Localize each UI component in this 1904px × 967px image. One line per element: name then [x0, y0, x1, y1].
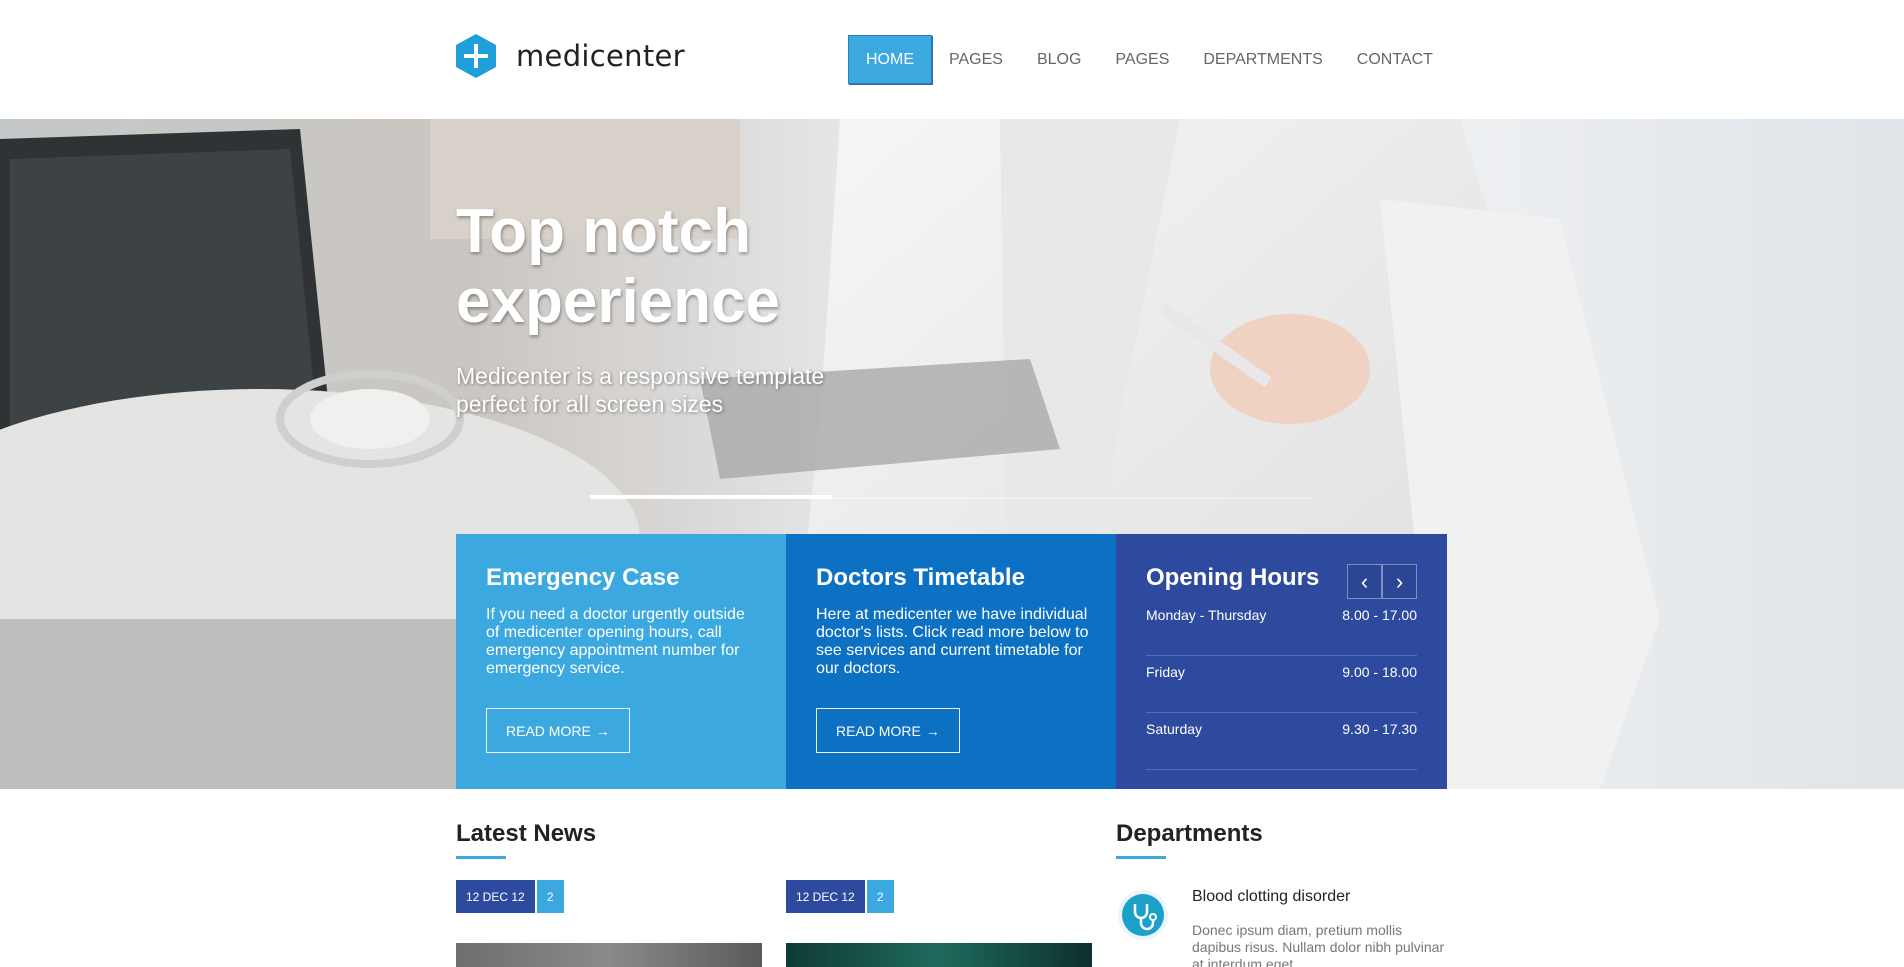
hours-day: Friday [1146, 664, 1185, 680]
news-date: 12 DEC 12 [456, 880, 535, 913]
hours-time: 8.00 - 17.00 [1342, 607, 1417, 623]
nav-departments[interactable]: DEPARTMENTS [1186, 35, 1339, 84]
hero-title: Top notch experience [456, 197, 780, 336]
site-header: medicenter HOME PAGES BLOG PAGES DEPARTM… [0, 0, 1904, 119]
chevron-left-icon[interactable]: ‹ [1347, 564, 1382, 599]
latest-news-underline [456, 856, 506, 859]
hours-time: 9.30 - 17.30 [1342, 721, 1417, 737]
departments-underline [1116, 856, 1166, 859]
read-more-label: READ MORE [836, 722, 921, 739]
logo[interactable]: medicenter [456, 34, 685, 78]
chevron-right-icon[interactable]: › [1382, 564, 1417, 599]
opening-hours-box: Opening Hours ‹ › Monday - Thursday 8.00… [1116, 534, 1447, 789]
medical-cross-logo-icon [456, 34, 496, 78]
hours-carousel-controls: ‹ › [1347, 564, 1417, 599]
news-thumbnail[interactable] [456, 943, 762, 967]
hours-day: Saturday [1146, 721, 1203, 737]
latest-news-title: Latest News [456, 820, 597, 847]
hours-row: Friday 9.00 - 18.00 [1146, 656, 1417, 713]
feature-boxes: Emergency Case If you need a doctor urge… [456, 534, 1447, 789]
arrow-right-icon: → [925, 722, 940, 739]
department-item-text: Donec ipsum diam, pretium mollis dapibus… [1192, 922, 1445, 967]
hours-list: Monday - Thursday 8.00 - 17.00 Friday 9.… [1146, 607, 1417, 770]
nav-blog[interactable]: BLOG [1020, 35, 1098, 84]
news-date-badge[interactable]: 12 DEC 12 2 [786, 880, 894, 913]
slider-progress-active [590, 495, 832, 499]
hours-row: Saturday 9.30 - 17.30 [1146, 713, 1417, 770]
emergency-case-box: Emergency Case If you need a doctor urge… [456, 534, 786, 789]
arrow-right-icon: → [595, 722, 610, 739]
stethoscope-icon-svg [1122, 894, 1164, 936]
nav-contact[interactable]: CONTACT [1340, 35, 1450, 84]
news-date: 12 DEC 12 [786, 880, 865, 913]
timetable-text: Here at medicenter we have individual do… [816, 606, 1089, 677]
brand-name: medicenter [516, 39, 685, 73]
news-thumbnail[interactable] [786, 943, 1092, 967]
hours-day: Monday - Thursday [1146, 607, 1267, 623]
emergency-title: Emergency Case [486, 564, 680, 591]
departments-title: Departments [1116, 820, 1263, 847]
timetable-title: Doctors Timetable [816, 564, 1025, 591]
emergency-read-more-button[interactable]: READ MORE → [486, 708, 630, 753]
nav-pages[interactable]: PAGES [932, 35, 1020, 84]
doctors-timetable-box: Doctors Timetable Here at medicenter we … [786, 534, 1116, 789]
news-date-badge[interactable]: 12 DEC 12 2 [456, 880, 564, 913]
emergency-text: If you need a doctor urgently outside of… [486, 606, 745, 677]
department-item-title[interactable]: Blood clotting disorder [1192, 888, 1350, 906]
hours-time: 9.00 - 18.00 [1342, 664, 1417, 680]
nav-pages-2[interactable]: PAGES [1098, 35, 1186, 84]
news-comment-count[interactable]: 2 [866, 880, 894, 913]
hero-subtitle: Medicenter is a responsive template perf… [456, 363, 825, 417]
hours-row: Monday - Thursday 8.00 - 17.00 [1146, 607, 1417, 656]
stethoscope-icon [1118, 890, 1168, 940]
timetable-read-more-button[interactable]: READ MORE → [816, 708, 960, 753]
news-comment-count[interactable]: 2 [536, 880, 564, 913]
nav-home[interactable]: HOME [848, 35, 932, 84]
read-more-label: READ MORE [506, 722, 591, 739]
main-nav: HOME PAGES BLOG PAGES DEPARTMENTS CONTAC… [848, 35, 1450, 84]
